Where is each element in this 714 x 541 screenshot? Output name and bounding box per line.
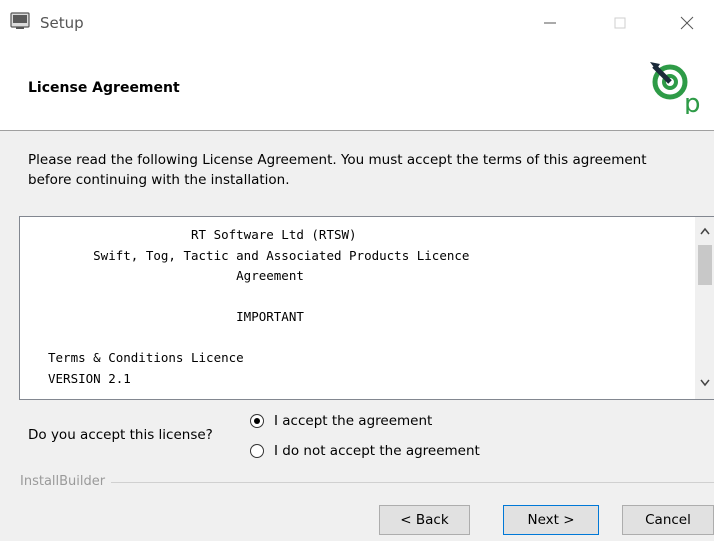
accept-question: Do you accept this license? [28, 427, 213, 443]
footer-divider [110, 482, 714, 483]
back-button[interactable]: < Back [379, 505, 470, 535]
radio-unselected-icon[interactable] [250, 444, 264, 458]
decline-option-label[interactable]: I do not accept the agreement [274, 443, 480, 459]
chevron-down-icon[interactable] [699, 377, 711, 392]
maximize-icon [605, 10, 635, 36]
svg-text:p: p [684, 89, 701, 114]
accept-option-label[interactable]: I accept the agreement [274, 413, 432, 429]
accept-radio-option[interactable]: I accept the agreement [250, 413, 432, 429]
page-title: License Agreement [28, 80, 180, 96]
next-button[interactable]: Next > [503, 505, 599, 535]
setup-app-icon [10, 12, 30, 34]
chevron-up-icon[interactable] [699, 225, 711, 240]
target-p-logo-icon: p [648, 54, 706, 119]
installbuilder-brand: InstallBuilder [20, 474, 112, 489]
scroll-thumb[interactable] [698, 245, 712, 285]
radio-selected-icon[interactable] [250, 414, 264, 428]
intro-text: Please read the following License Agreem… [28, 152, 647, 188]
license-text: RT Software Ltd (RTSW) Swift, Tog, Tacti… [48, 227, 470, 386]
decline-radio-option[interactable]: I do not accept the agreement [250, 443, 480, 459]
title-bar: Setup [0, 0, 714, 45]
minimize-icon[interactable] [535, 10, 565, 36]
page-header: License Agreement p [0, 44, 714, 131]
cancel-button[interactable]: Cancel [622, 505, 714, 535]
license-textbox[interactable]: RT Software Ltd (RTSW) Swift, Tog, Tacti… [19, 216, 714, 400]
window-title: Setup [40, 14, 84, 32]
close-icon[interactable] [672, 10, 702, 36]
license-scrollbar[interactable] [695, 217, 714, 399]
